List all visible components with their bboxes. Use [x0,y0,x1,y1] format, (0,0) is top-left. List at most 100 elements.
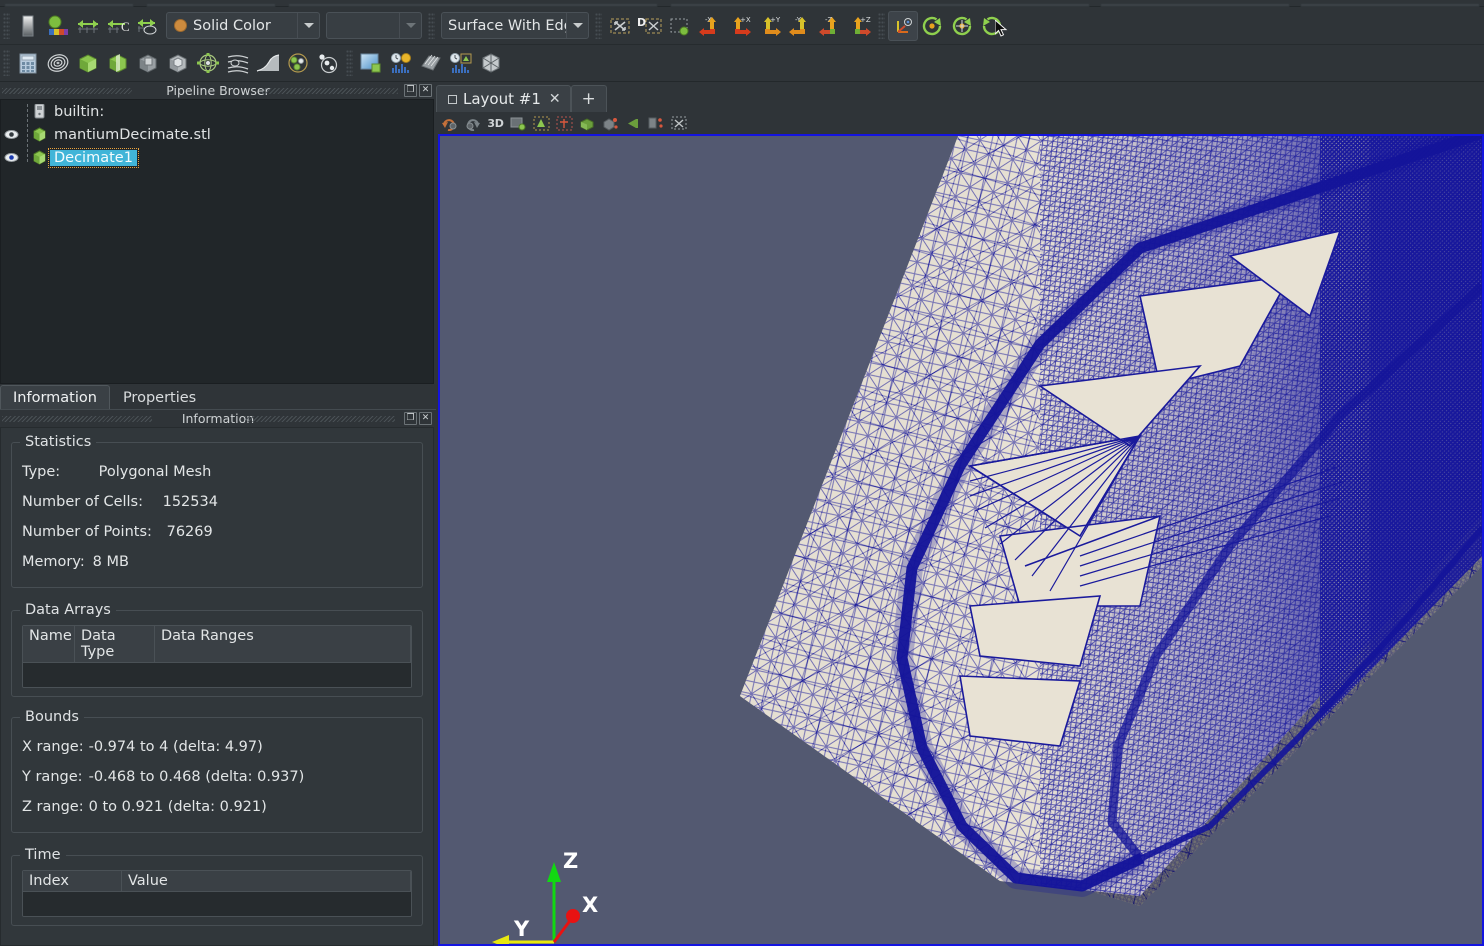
show-center-axes-button[interactable] [553,113,576,133]
slice-filter-button[interactable] [103,48,133,78]
stat-value: 152534 [162,494,218,510]
plot-over-time-button[interactable] [446,48,476,78]
bounds-row-x: X range: -0.974 to 4 (delta: 4.97) [22,732,412,762]
visibility-toggle[interactable] [3,123,20,146]
toolbar-grip[interactable] [3,50,10,76]
pipeline-item-builtin[interactable]: builtin: [1,100,433,123]
set-view-direction-neg-y-button[interactable]: -Y [785,11,815,41]
pipeline-item-decimate1[interactable]: Decimate1 [1,146,433,169]
line-chart-view-button[interactable] [386,48,416,78]
information-titlebar: Information ❐ ✕ [0,410,436,427]
close-icon[interactable]: ✕ [419,412,432,425]
pipeline-item-label: builtin: [54,103,105,120]
toolbar-grip[interactable] [595,12,602,39]
set-view-direction-neg-x-button[interactable]: -X [695,11,725,41]
tab-properties[interactable]: Properties [110,385,209,409]
panel-tab-bar: Information Properties [0,384,436,410]
data-arrays-table[interactable]: Name Data Type Data Ranges [22,625,412,688]
toggle-2d-3d-button[interactable]: 3D [484,113,507,133]
stream-tracer-filter-button[interactable] [223,48,253,78]
set-view-direction-pos-x-button[interactable]: +X [725,11,755,41]
column-header-value[interactable]: Value [122,871,411,892]
show-center-of-rotation-button[interactable] [888,10,918,41]
render-view[interactable]: Z Y X [438,134,1484,946]
toolbar-grip[interactable] [878,12,885,39]
rotate-90-cw-button[interactable] [978,11,1008,41]
show-orientation-axes-button[interactable] [530,113,553,133]
rotate-90-ccw-button[interactable] [918,11,948,41]
group-datasets-filter-button[interactable] [283,48,313,78]
chevron-down-icon[interactable] [297,13,319,38]
time-table[interactable]: Index Value [22,870,412,917]
set-view-direction-pos-y-button[interactable]: +Y [755,11,785,41]
geometry-green-icon [29,150,50,165]
color-by-select[interactable]: Solid Color [166,12,320,39]
slice-view-button[interactable] [416,48,446,78]
set-view-direction-pos-z-button[interactable]: +Z [845,11,875,41]
render-view-canvas[interactable]: Z Y X [440,136,1482,944]
toolbar-grip[interactable] [3,12,10,39]
split-horizontal-button[interactable] [645,113,668,133]
pipeline-browser[interactable]: builtin: mantiumDecimate.stl Decimate1 [0,99,434,384]
color-by-value: Solid Color [193,17,271,34]
information-title: Information [181,411,255,426]
tab-information[interactable]: Information [0,385,110,409]
bounds-row-y: Y range: -0.468 to 0.468 (delta: 0.937) [22,762,412,792]
y-axis-label: Y [513,917,530,941]
render-view-button[interactable] [356,48,386,78]
reset-center-button[interactable] [576,113,599,133]
close-icon[interactable]: ✕ [419,84,432,97]
column-header-index[interactable]: Index [23,871,122,892]
pipeline-browser-title: Pipeline Browser [166,83,270,98]
extract-level-filter-button[interactable] [313,48,343,78]
column-header-data-ranges[interactable]: Data Ranges [155,626,411,663]
reset-camera-button[interactable] [605,11,635,41]
edit-color-map-button[interactable] [13,11,43,41]
pipeline-item-mantiumdecimate-stl[interactable]: mantiumDecimate.stl [1,123,433,146]
stat-key: Number of Cells: [22,494,143,510]
extract-subset-filter-button[interactable] [163,48,193,78]
zoom-closest-to-data-button[interactable] [665,11,695,41]
toolbar-grip[interactable] [428,12,435,39]
undock-icon[interactable]: ❐ [404,84,417,97]
visibility-toggle[interactable] [3,146,20,169]
axes-grid-button[interactable] [476,48,506,78]
bounds-value: -0.974 to 4 (delta: 4.97) [88,739,263,755]
layout-tab-1[interactable]: Layout #1 ✕ [436,85,571,112]
chevron-down-icon[interactable] [566,13,588,38]
filters-toolbar [0,45,1484,82]
pick-center-button[interactable] [599,113,622,133]
layout-tab-bar: Layout #1 ✕ + [436,82,1484,112]
tab-label: Information [13,389,97,406]
contour-filter-button[interactable] [43,48,73,78]
calculator-filter-button[interactable] [13,48,43,78]
color-array-component-select[interactable] [326,12,422,39]
back-arrow-icon[interactable] [622,113,645,133]
rescale-to-custom-range-button[interactable] [73,11,103,41]
column-header-name[interactable]: Name [23,626,75,663]
layout-area: Layout #1 ✕ + 3D Z Y X [436,82,1484,946]
glyph-filter-button[interactable] [193,48,223,78]
redo-camera-button[interactable] [461,113,484,133]
representation-select[interactable]: Surface With Edge [441,12,589,39]
undock-icon[interactable]: ❐ [404,412,417,425]
visibility-toggle[interactable] [3,100,20,123]
threshold-filter-button[interactable] [133,48,163,78]
split-vertical-button[interactable] [668,113,691,133]
undo-camera-button[interactable] [438,113,461,133]
rescale-visible-range-button[interactable] [133,11,163,41]
column-header-data-type[interactable]: Data Type [75,626,155,663]
statistics-row-type: Type: Polygonal Mesh [22,457,412,487]
rescale-to-data-over-time-button[interactable]: C [103,11,133,41]
zoom-to-data-button[interactable]: D [635,11,665,41]
warp-filter-button[interactable] [253,48,283,78]
clip-filter-button[interactable] [73,48,103,78]
new-layout-tab[interactable]: + [570,85,607,112]
set-view-direction-neg-z-button[interactable]: -Z [815,11,845,41]
rescale-to-data-range-button[interactable] [43,11,73,41]
camera-link-button[interactable] [507,113,530,133]
pick-center-of-rotation-button[interactable] [948,11,978,41]
chevron-down-icon[interactable] [399,13,421,38]
close-icon[interactable]: ✕ [549,91,561,107]
toolbar-grip[interactable] [346,50,353,76]
